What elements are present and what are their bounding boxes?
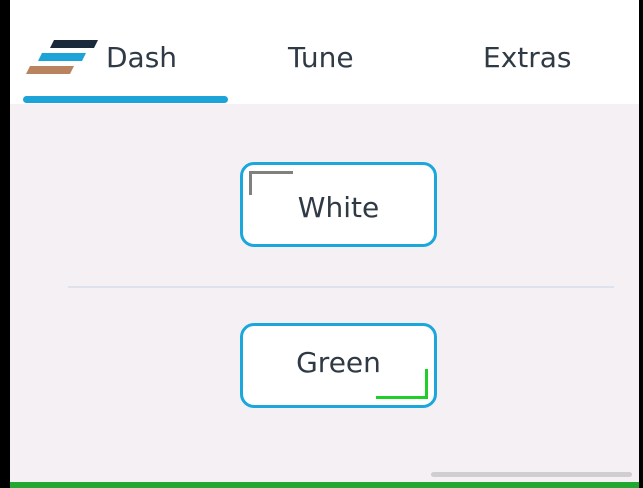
white-button[interactable]: White [240,162,437,247]
tab-bar: Dash Tune Extras [10,0,639,104]
white-button-label: White [297,191,380,224]
left-edge [0,0,10,488]
app-window: Dash Tune Extras White Green [0,0,643,488]
tab-tune[interactable]: Tune [288,28,354,86]
scroll-indicator[interactable] [431,472,632,477]
tab-dash[interactable]: Dash [26,28,177,86]
green-button-label: Green [296,346,381,379]
divider [68,286,614,288]
tab-tune-label: Tune [288,40,354,74]
active-tab-indicator [23,96,228,103]
content-panel: White Green [10,104,639,482]
green-button[interactable]: Green [240,323,437,408]
tab-dash-label: Dash [106,40,178,74]
right-edge [639,0,643,488]
bottom-status-bar [10,482,639,488]
corner-marker-icon [249,171,293,195]
tab-extras[interactable]: Extras [483,28,572,86]
corner-marker-icon [376,369,428,399]
stripes-logo-icon [26,40,98,74]
tab-extras-label: Extras [483,40,572,74]
